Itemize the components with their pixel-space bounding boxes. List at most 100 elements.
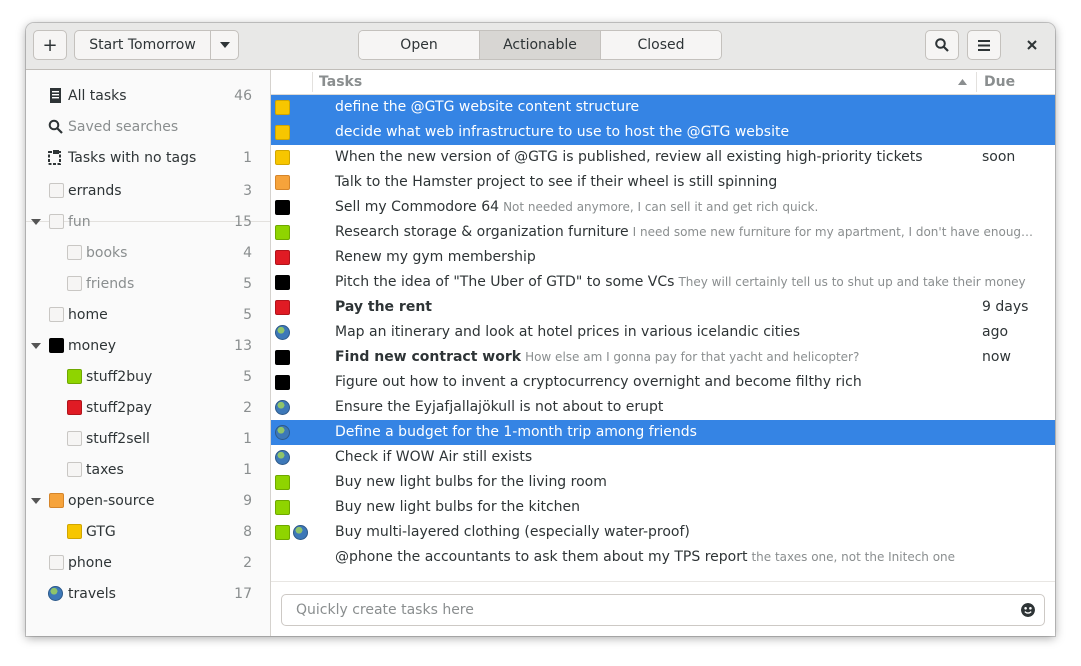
task-row[interactable]: Renew my gym membership [271, 245, 1055, 270]
emoji-icon[interactable] [1021, 603, 1035, 617]
sidebar-item-fun[interactable]: fun 15 [26, 206, 270, 237]
tag-color-swatch [49, 555, 64, 570]
close-icon [1027, 40, 1037, 50]
tag-color-swatch [67, 524, 82, 539]
task-row[interactable]: Research storage & organization furnitur… [271, 220, 1055, 245]
globe-icon [48, 586, 63, 601]
task-row[interactable]: Define a budget for the 1-month trip amo… [271, 420, 1055, 445]
sidebar-item-travels[interactable]: travels 17 [26, 578, 270, 609]
tag-color-swatch [275, 200, 290, 215]
chevron-down-icon [219, 42, 230, 48]
close-window-button[interactable] [1018, 30, 1046, 60]
task-row[interactable]: @phone the accountants to ask them about… [271, 545, 1055, 570]
start-tomorrow-button[interactable]: Start Tomorrow [74, 30, 211, 60]
sidebar-item-count: 5 [243, 306, 252, 323]
tag-color-swatch [49, 493, 64, 508]
sidebar-item-errands[interactable]: errands 3 [26, 175, 270, 206]
globe-icon [275, 400, 290, 415]
quick-add-input[interactable] [282, 595, 1002, 625]
task-row[interactable]: Buy new light bulbs for the kitchen [271, 495, 1055, 520]
sidebar-item-label: stuff2pay [86, 399, 152, 416]
tab-closed[interactable]: Closed [601, 31, 721, 59]
task-row[interactable]: When the new version of @GTG is publishe… [271, 145, 1055, 170]
task-title: Map an itinerary and look at hotel price… [335, 324, 801, 340]
no-tags-icon [48, 150, 61, 165]
search-button[interactable] [925, 30, 959, 60]
tag-color-swatch [275, 100, 290, 115]
plus-icon: + [42, 34, 58, 56]
sidebar-item-stuff2pay[interactable]: stuff2pay 2 [26, 392, 270, 423]
task-row[interactable]: Ensure the Eyjafjallajökull is not about… [271, 395, 1055, 420]
tag-color-swatch [275, 375, 290, 390]
sidebar-item-gtg[interactable]: GTG 8 [26, 516, 270, 547]
start-tomorrow-label: Start Tomorrow [89, 37, 196, 53]
sidebar-item-count: 15 [234, 213, 252, 230]
task-row[interactable]: Pay the rent 9 days ago [271, 295, 1055, 340]
expander-arrow-icon[interactable] [31, 218, 41, 225]
task-title: Buy multi-layered clothing (especially w… [335, 524, 690, 540]
tag-color-swatch [275, 225, 290, 240]
column-divider [312, 72, 313, 92]
sidebar-item-friends[interactable]: friends 5 [26, 268, 270, 299]
tag-color-swatch [275, 175, 290, 190]
sidebar-item-saved-searches[interactable]: Saved searches [26, 111, 270, 142]
task-row[interactable]: Pitch the idea of "The Uber of GTD" to s… [271, 270, 1055, 295]
sidebar-item-books[interactable]: books 4 [26, 237, 270, 268]
tab-actionable[interactable]: Actionable [480, 31, 601, 59]
sidebar-item-label: phone [68, 554, 112, 571]
sidebar-item-count: 13 [234, 337, 252, 354]
task-row[interactable]: Talk to the Hamster project to see if th… [271, 170, 1055, 195]
defer-menu-button[interactable] [210, 30, 239, 60]
column-header-tasks[interactable]: Tasks [319, 70, 362, 94]
main-menu-button[interactable] [967, 30, 1001, 60]
task-title: Check if WOW Air still exists [335, 449, 533, 465]
tag-color-swatch [275, 475, 290, 490]
task-row[interactable]: Buy new light bulbs for the living room [271, 470, 1055, 495]
sidebar-item-label: stuff2sell [86, 430, 150, 447]
sidebar-item-taxes[interactable]: taxes 1 [26, 454, 270, 485]
sidebar-item-count: 5 [243, 275, 252, 292]
sidebar-item-count: 2 [243, 399, 252, 416]
tab-open[interactable]: Open [359, 31, 480, 59]
task-row[interactable]: decide what web infrastructure to use to… [271, 120, 1055, 145]
sidebar-item-all-tasks[interactable]: All tasks 46 [26, 80, 270, 111]
search-icon [48, 119, 63, 134]
task-due-date: 9 days ago [982, 299, 1029, 340]
task-row[interactable]: Sell my Commodore 64 Not needed anymore, … [271, 195, 1055, 220]
task-note: They will certainly tell us to shut up a… [678, 275, 1026, 289]
sidebar-item-no-tags[interactable]: Tasks with no tags 1 [26, 142, 270, 173]
tag-color-swatch [67, 245, 82, 260]
sidebar-item-label: open-source [68, 492, 155, 509]
task-title: define the @GTG website content structur… [335, 99, 640, 115]
sidebar-item-open-source[interactable]: open-source 9 [26, 485, 270, 516]
task-row[interactable]: Figure out how to invent a cryptocurrenc… [271, 370, 1055, 395]
globe-icon [275, 425, 290, 440]
task-note: the taxes one, not the Initech one [751, 550, 956, 564]
globe-icon [275, 450, 290, 465]
app-window: + Start Tomorrow Open Actionable Closed … [26, 23, 1055, 636]
task-row[interactable]: Find new contract work How else am I gonn… [271, 345, 1055, 370]
tag-color-swatch [275, 300, 290, 315]
sidebar-item-stuff2buy[interactable]: stuff2buy 5 [26, 361, 270, 392]
task-row[interactable]: define the @GTG website content structur… [271, 95, 1055, 120]
task-row[interactable]: Check if WOW Air still exists [271, 445, 1055, 470]
task-note: Not needed anymore, I can sell it and ge… [503, 200, 819, 214]
column-header-due[interactable]: Due [984, 70, 1015, 94]
task-title: Buy new light bulbs for the living room [335, 474, 607, 490]
sidebar-item-stuff2sell[interactable]: stuff2sell 1 [26, 423, 270, 454]
expander-arrow-icon[interactable] [31, 342, 41, 349]
task-title: Ensure the Eyjafjallajökull is not about… [335, 399, 664, 415]
tags-sidebar: All tasks 46 Saved searches Tasks with n… [26, 70, 271, 636]
separator [271, 581, 1055, 582]
sidebar-item-money[interactable]: money 13 [26, 330, 270, 361]
sidebar-item-phone[interactable]: phone 2 [26, 547, 270, 578]
column-divider [976, 72, 977, 92]
task-row[interactable]: Map an itinerary and look at hotel price… [271, 320, 1055, 345]
task-row[interactable]: Buy multi-layered clothing (especially w… [271, 520, 1055, 545]
tag-color-swatch [49, 183, 64, 198]
expander-arrow-icon[interactable] [31, 497, 41, 504]
tag-color-swatch [49, 214, 64, 229]
sidebar-item-count: 1 [243, 461, 252, 478]
add-task-button[interactable]: + [33, 30, 67, 60]
sidebar-item-home[interactable]: home 5 [26, 299, 270, 330]
